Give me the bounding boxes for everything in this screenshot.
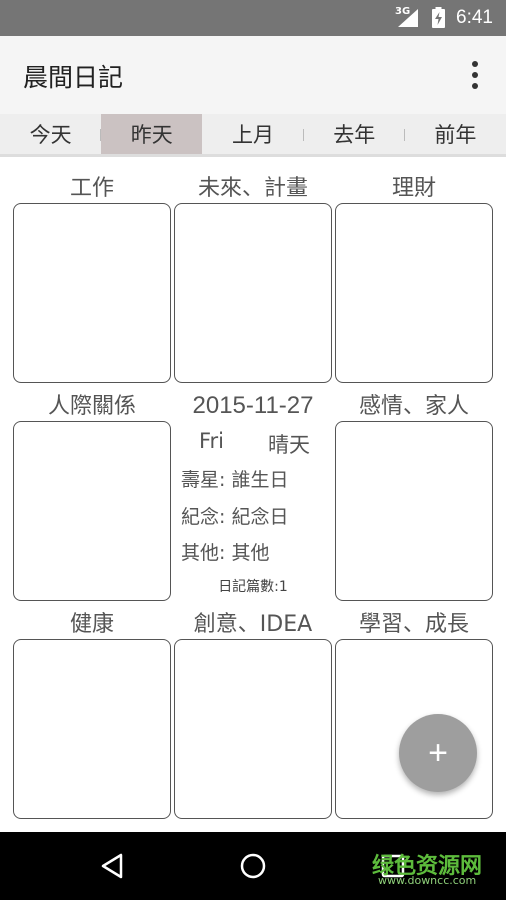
anniversary-row[interactable]: 紀念: 紀念日 (181, 502, 288, 529)
category-label-finance: 理財 (391, 176, 436, 201)
clock: 6:41 (456, 7, 493, 28)
category-label-future-plan: 未來、計畫 (197, 176, 308, 201)
tab-label: 上月 (232, 123, 274, 147)
tab-underline (0, 154, 506, 157)
app-bar: 晨間日記 (0, 36, 506, 114)
category-label-family: 感情、家人 (358, 394, 469, 419)
tab-label: 去年 (333, 123, 376, 147)
category-label-health: 健康 (69, 612, 114, 637)
tab-label: 今天 (29, 123, 72, 147)
category-label-creativity: 創意、IDEA (193, 612, 313, 637)
tab-last-year[interactable]: 去年 (304, 114, 405, 154)
tab-label: 前年 (434, 123, 477, 147)
home-icon[interactable] (236, 849, 270, 883)
plus-icon: + (428, 733, 448, 772)
entry-box-work[interactable] (13, 203, 171, 383)
tab-two-years-ago[interactable]: 前年 (405, 114, 506, 154)
other-row[interactable]: 其他: 其他 (181, 538, 269, 565)
weather-text[interactable]: 晴天 (268, 429, 310, 459)
add-entry-button[interactable]: + (399, 714, 477, 792)
category-label-learning: 學習、成長 (358, 612, 469, 637)
entry-box-health[interactable] (13, 639, 171, 819)
day-tabs: 今天 昨天 上月 去年 前年 (0, 114, 506, 154)
tab-last-month[interactable]: 上月 (202, 114, 304, 154)
entry-box-future-plan[interactable] (174, 203, 332, 383)
diary-count: 日記篇數:1 (218, 579, 288, 595)
entry-box-family[interactable] (335, 421, 493, 601)
battery-charging-icon (432, 7, 445, 28)
status-bar: 3G 6:41 (0, 0, 506, 36)
tab-today[interactable]: 今天 (0, 114, 102, 154)
birthday-row[interactable]: 壽星: 誰生日 (181, 465, 288, 492)
app-title: 晨間日記 (23, 63, 124, 92)
watermark-url: www.downcc.com (378, 874, 477, 887)
signal-icon (398, 9, 418, 27)
category-label-work: 工作 (69, 176, 114, 201)
tab-label: 昨天 (130, 123, 173, 147)
overflow-menu-icon[interactable] (462, 58, 488, 92)
weekday-text: Fri (199, 429, 225, 453)
date-text: 2015-11-27 (192, 392, 314, 419)
entry-box-finance[interactable] (335, 203, 493, 383)
entry-box-creativity[interactable] (174, 639, 332, 819)
screen: 3G 6:41 晨間日記 今天 昨天 上月 去年 前年 工作 未來、計畫 理財 … (0, 0, 506, 900)
category-label-relationships: 人際關係 (47, 394, 136, 419)
tab-yesterday[interactable]: 昨天 (101, 114, 203, 154)
entry-box-relationships[interactable] (13, 421, 171, 601)
back-icon[interactable] (96, 849, 130, 883)
